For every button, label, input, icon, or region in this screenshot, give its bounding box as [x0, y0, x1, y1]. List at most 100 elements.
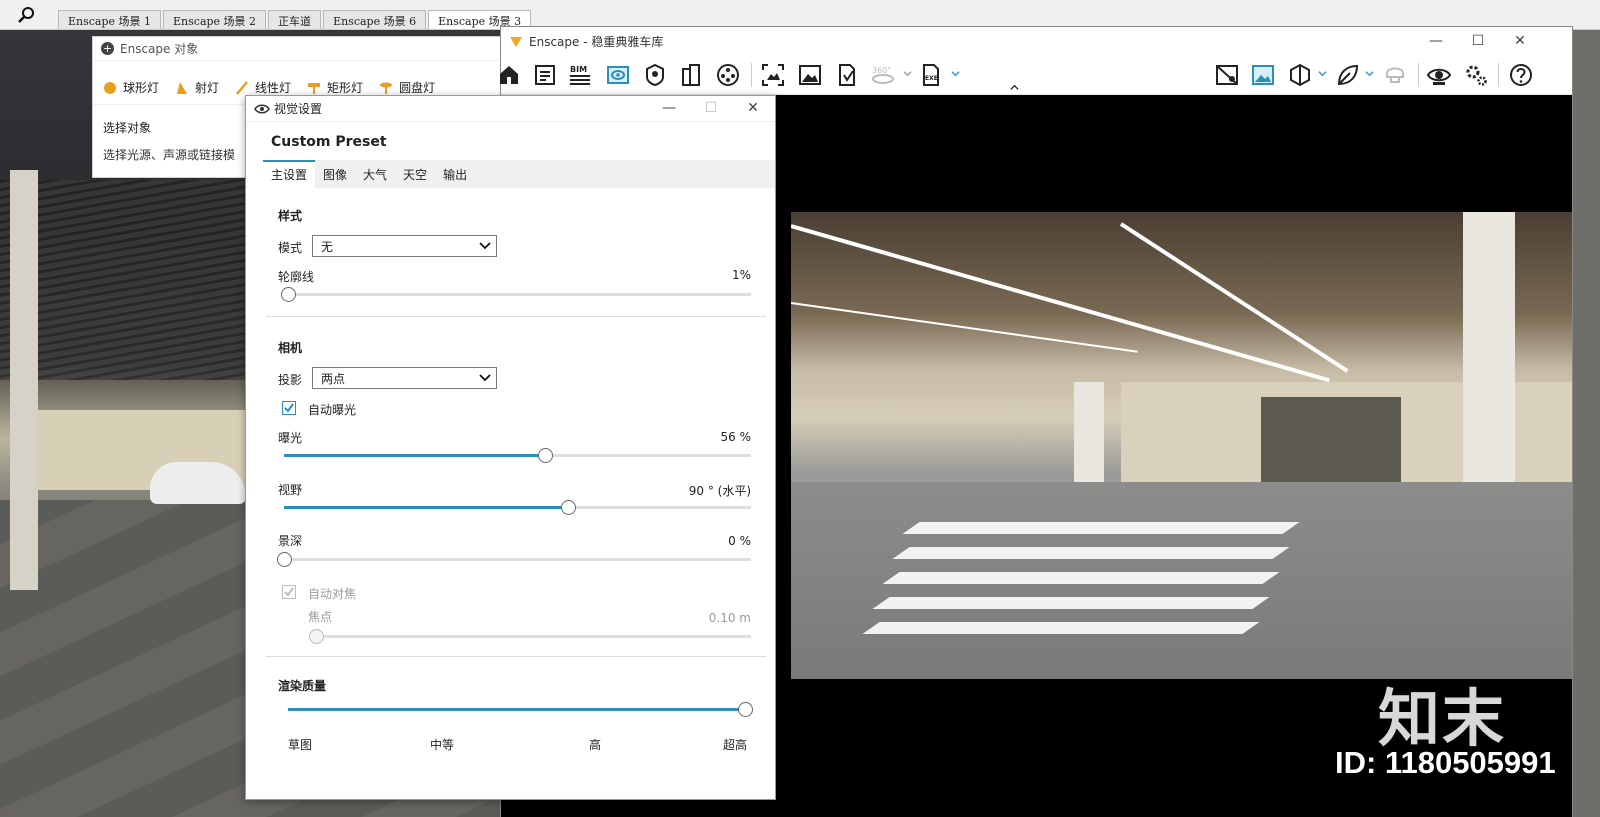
- batch-render-icon[interactable]: [835, 63, 859, 87]
- line-light-label: 线性灯: [255, 81, 292, 95]
- focus-label: 焦点: [308, 610, 333, 624]
- notes-icon[interactable]: [533, 63, 557, 87]
- toolbar-separator: [1418, 63, 1419, 87]
- maximize-button[interactable]: ☐: [1468, 31, 1488, 51]
- model-pillar: [10, 170, 38, 590]
- camera-section-title: 相机: [278, 341, 303, 355]
- outline-value: 1%: [731, 268, 751, 282]
- search-icon[interactable]: [16, 5, 36, 25]
- toolbar-separator: [751, 63, 752, 87]
- minimize-button[interactable]: —: [659, 98, 679, 118]
- vr-headset-icon[interactable]: [1383, 63, 1407, 87]
- image-icon[interactable]: [798, 63, 822, 87]
- visual-settings-title: 视觉设置: [274, 102, 323, 116]
- scene-tab[interactable]: Enscape 场景 6: [323, 10, 427, 29]
- scene-tab[interactable]: Enscape 场景 2: [163, 10, 267, 29]
- auto-exposure-label: 自动曝光: [308, 403, 357, 417]
- enscape-logo-icon: [510, 37, 522, 47]
- render-quality-slider[interactable]: [288, 702, 753, 717]
- auto-exposure-checkbox[interactable]: [282, 401, 296, 415]
- enscape-titlebar: Enscape - 稳重典雅车库 — ☐ ✕: [501, 27, 1572, 55]
- exposure-slider-knob[interactable]: [538, 448, 554, 463]
- tab-sky[interactable]: 天空: [395, 160, 435, 188]
- exposure-slider-fill: [284, 454, 546, 457]
- fov-value: 90 ° (水平): [688, 484, 751, 498]
- cube-icon[interactable]: [1288, 63, 1312, 87]
- visual-settings-icon[interactable]: [1427, 63, 1451, 87]
- minimize-button[interactable]: —: [1426, 31, 1446, 51]
- chevron-down-icon[interactable]: [951, 69, 960, 78]
- home-icon[interactable]: [497, 63, 521, 87]
- chevron-down-icon[interactable]: [903, 69, 912, 78]
- bim-icon[interactable]: BIM: [568, 63, 592, 87]
- sphere-light-icon: [104, 81, 116, 94]
- spot-light-icon: [177, 81, 188, 94]
- scene-tabs: Enscape 场景 1 Enscape 场景 2 正车道 Enscape 场景…: [58, 10, 533, 29]
- collaborative-icon[interactable]: [1215, 63, 1239, 87]
- tab-output[interactable]: 输出: [435, 160, 475, 188]
- crosswalk-stripe: [882, 572, 1280, 584]
- leaf-icon[interactable]: [1336, 63, 1360, 87]
- chevron-down-icon[interactable]: [1318, 69, 1327, 78]
- exe-export-icon[interactable]: EXE: [919, 63, 943, 87]
- quality-level-ultra: 超高: [723, 738, 748, 752]
- add-icon[interactable]: +: [101, 42, 114, 55]
- fov-slider-fill: [284, 506, 569, 509]
- exposure-slider[interactable]: [284, 448, 751, 463]
- ceiling-light-strip: [791, 224, 1330, 383]
- view-icon[interactable]: [606, 63, 630, 87]
- render-floor: [791, 482, 1572, 679]
- glass-door: [1261, 397, 1401, 492]
- close-button[interactable]: ✕: [1510, 31, 1530, 51]
- dof-slider[interactable]: [276, 552, 751, 567]
- render-image: [791, 212, 1572, 679]
- spot-light-button[interactable]: 射灯: [175, 71, 219, 104]
- dof-label: 景深: [278, 534, 303, 548]
- outline-slider[interactable]: [281, 287, 751, 302]
- tab-main-settings[interactable]: 主设置: [263, 160, 316, 188]
- chevron-down-icon[interactable]: [1365, 69, 1374, 78]
- tab-atmosphere[interactable]: 大气: [355, 160, 395, 188]
- projection-value: 两点: [321, 372, 346, 386]
- checkmark-icon: [284, 587, 294, 597]
- rect-light-label: 矩形灯: [327, 81, 364, 95]
- asset-library-icon[interactable]: [643, 63, 667, 87]
- fov-label: 视野: [278, 483, 303, 497]
- checkmark-icon: [284, 403, 294, 413]
- close-button[interactable]: ✕: [743, 98, 763, 118]
- scene-tab[interactable]: 正车道: [268, 10, 322, 29]
- chevron-down-icon: [479, 242, 491, 250]
- settings-icon[interactable]: [1464, 63, 1488, 87]
- eye-icon: [254, 104, 270, 113]
- panorama-360-icon[interactable]: 360°: [871, 63, 895, 87]
- focus-value: 0.10 m: [708, 611, 751, 625]
- screenshot-mode-icon[interactable]: [1251, 63, 1275, 87]
- enscape-toolbar: BIM 360° EXE: [500, 55, 1572, 95]
- sphere-light-button[interactable]: 球形灯: [103, 71, 159, 104]
- collapse-toolbar-icon[interactable]: [1010, 83, 1019, 92]
- svg-text:360°: 360°: [872, 66, 891, 75]
- visual-settings-titlebar: 视觉设置 — ☐ ✕: [246, 96, 775, 122]
- mode-value: 无: [321, 240, 334, 254]
- watermark-id: ID: 1180505991: [1335, 745, 1556, 780]
- render-quality-slider-knob[interactable]: [737, 702, 753, 717]
- video-icon[interactable]: [716, 63, 740, 87]
- mode-select[interactable]: 无: [312, 235, 497, 257]
- building-icon[interactable]: [679, 63, 703, 87]
- dof-value: 0 %: [728, 534, 751, 548]
- scene-tab[interactable]: Enscape 场景 1: [58, 10, 162, 29]
- exposure-label: 曝光: [278, 431, 303, 445]
- screenshot-icon[interactable]: [761, 63, 785, 87]
- tab-image[interactable]: 图像: [315, 160, 355, 188]
- model-car: [150, 462, 246, 504]
- quality-level-draft: 草图: [288, 738, 313, 752]
- preset-name[interactable]: Custom Preset: [271, 134, 387, 150]
- fov-slider-knob[interactable]: [561, 500, 577, 515]
- help-icon[interactable]: [1509, 63, 1533, 87]
- fov-slider[interactable]: [284, 500, 751, 515]
- outline-slider-knob[interactable]: [281, 287, 297, 302]
- outline-label: 轮廓线: [278, 270, 315, 284]
- crosswalk-stripe: [862, 622, 1260, 634]
- dof-slider-knob[interactable]: [276, 552, 292, 567]
- projection-select[interactable]: 两点: [312, 367, 497, 389]
